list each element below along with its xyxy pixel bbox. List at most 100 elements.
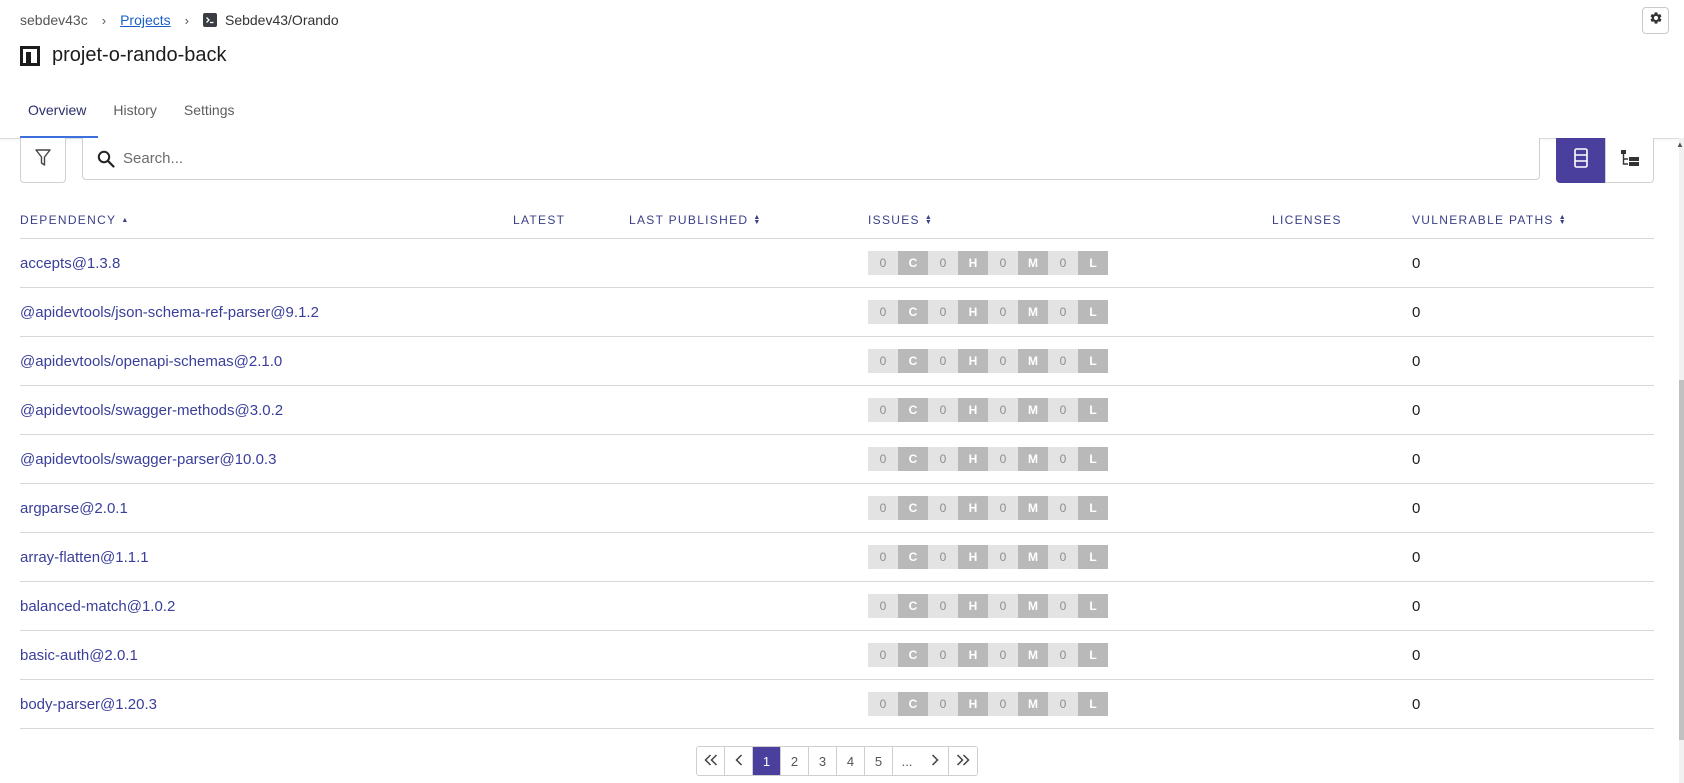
tree-icon [1620,149,1640,172]
column-header-last-published[interactable]: LAST PUBLISHED ▲ ▼ [629,213,868,227]
severity-badge-l: L [1078,447,1108,471]
severity-badge-c: C [898,692,928,716]
page-button[interactable]: 3 [809,747,837,775]
column-header-dependency[interactable]: DEPENDENCY ▲ [20,213,513,227]
vulnerable-paths-cell: 0 [1412,401,1421,419]
issues-cell: 0C0H0M0L [868,496,1272,520]
chevron-right-icon [931,753,939,769]
severity-counts: 0C0H0M0L [868,692,1272,716]
severity-badge-c: C [898,643,928,667]
vulnerable-paths-cell: 0 [1412,303,1421,321]
dependency-link[interactable]: @apidevtools/swagger-parser@10.0.3 [20,451,276,468]
sort-icon: ▲ ▼ [753,214,762,226]
severity-count-c: 0 [868,643,898,667]
severity-badge-m: M [1018,300,1048,324]
table-row: @apidevtools/swagger-parser@10.0.3 0 C 0 H 0 M… [20,435,1654,484]
severity-badge-h: H [958,251,988,275]
sort-icon: ▲ ▼ [1558,214,1567,226]
scrollbar-thumb[interactable] [1679,380,1684,740]
search-input[interactable] [123,150,1423,167]
severity-counts: 0C0H0M0L [868,300,1272,324]
first-page-button[interactable] [697,747,725,775]
severity-count-l: 0 [1048,300,1078,324]
severity-badge-h: H [958,594,988,618]
breadcrumb-repo[interactable]: Sebdev43/Orando [225,12,339,28]
severity-badge-m: M [1018,594,1048,618]
column-label: ISSUES [868,213,920,227]
column-label: LAST PUBLISHED [629,213,749,227]
severity-count-m: 0 [988,594,1018,618]
table-body: accepts@1.3.8 0 C 0 H 0 M 0 L 0 @apidevtools/json-… [20,239,1654,729]
severity-badge-c: C [898,349,928,373]
terminal-icon [202,13,217,27]
previous-page-button[interactable] [725,747,753,775]
dependency-link[interactable]: basic-auth@2.0.1 [20,647,138,664]
list-view-button[interactable] [1556,138,1605,183]
severity-count-c: 0 [868,496,898,520]
column-header-vulnerable-paths[interactable]: VULNERABLE PATHS ▲ ▼ [1412,213,1654,227]
vulnerable-paths-cell: 0 [1412,597,1421,615]
page-button[interactable]: 4 [837,747,865,775]
page-button[interactable]: 1 [753,747,781,775]
tab-overview[interactable]: Overview [20,98,99,139]
severity-badge-l: L [1078,496,1108,520]
severity-count-c: 0 [868,349,898,373]
settings-button[interactable] [1642,7,1669,34]
tab-history[interactable]: History [105,98,165,139]
scrollbar[interactable] [1679,138,1684,783]
severity-badge-c: C [898,594,928,618]
double-chevron-left-icon [703,753,718,769]
dependency-link[interactable]: array-flatten@1.1.1 [20,549,149,566]
severity-count-h: 0 [928,349,958,373]
issues-cell: 0C0H0M0L [868,251,1272,275]
table-header: DEPENDENCY ▲ LATEST LAST PUBLISHED ▲ ▼ IS… [20,202,1654,239]
tree-view-button[interactable] [1605,138,1654,183]
severity-badge-h: H [958,496,988,520]
table-row: basic-auth@2.0.1 0 C 0 H 0 M 0 L 0 [20,631,1654,680]
tab-settings[interactable]: Settings [176,98,243,139]
breadcrumb: sebdev43c › Projects › Sebdev43/Orando [20,11,339,29]
severity-badge-c: C [898,545,928,569]
dependency-link[interactable]: balanced-match@1.0.2 [20,598,175,615]
next-page-button[interactable] [921,747,949,775]
npm-icon [20,45,42,66]
vulnerable-paths-cell: 0 [1412,352,1421,370]
chevron-right-icon: › [184,12,189,28]
issues-cell: 0C0H0M0L [868,643,1272,667]
breadcrumb-org[interactable]: sebdev43c [20,12,88,28]
pagination: 1 2 3 4 5... [696,746,978,776]
severity-badge-h: H [958,300,988,324]
column-header-issues[interactable]: ISSUES ▲ ▼ [868,213,1272,227]
vulnerable-paths-cell: 0 [1412,450,1421,468]
severity-counts: 0C0H0M0L [868,643,1272,667]
filter-button[interactable] [20,138,66,183]
scroll-up-arrow-icon[interactable]: ▲ [1676,140,1684,149]
page-list: 1 2 3 4 5... [753,747,921,775]
dependency-link[interactable]: argparse@2.0.1 [20,500,128,517]
last-page-button[interactable] [949,747,977,775]
table-row: accepts@1.3.8 0 C 0 H 0 M 0 L 0 [20,239,1654,288]
dependency-link[interactable]: @apidevtools/swagger-methods@3.0.2 [20,402,283,419]
severity-count-c: 0 [868,594,898,618]
severity-counts: 0C0H0M0L [868,251,1272,275]
dependency-cell: basic-auth@2.0.1 [20,647,513,664]
severity-count-h: 0 [928,300,958,324]
dependency-cell: accepts@1.3.8 [20,255,513,272]
page-button[interactable]: 2 [781,747,809,775]
severity-badge-m: M [1018,545,1048,569]
severity-count-l: 0 [1048,447,1078,471]
table-row: array-flatten@1.1.1 0 C 0 H 0 M 0 L 0 [20,533,1654,582]
page-title: projet-o-rando-back [52,44,227,66]
severity-count-c: 0 [868,692,898,716]
page-button[interactable]: 5 [865,747,893,775]
severity-count-l: 0 [1048,545,1078,569]
severity-counts: 0C0H0M0L [868,496,1272,520]
dependency-link[interactable]: @apidevtools/openapi-schemas@2.1.0 [20,353,282,370]
dependency-link[interactable]: accepts@1.3.8 [20,255,120,272]
dependency-link[interactable]: body-parser@1.20.3 [20,696,157,713]
breadcrumb-projects-link[interactable]: Projects [120,12,171,28]
severity-count-l: 0 [1048,692,1078,716]
severity-counts: 0C0H0M0L [868,594,1272,618]
dependency-link[interactable]: @apidevtools/json-schema-ref-parser@9.1.… [20,304,319,321]
column-header-licenses: LICENSES [1272,213,1412,227]
